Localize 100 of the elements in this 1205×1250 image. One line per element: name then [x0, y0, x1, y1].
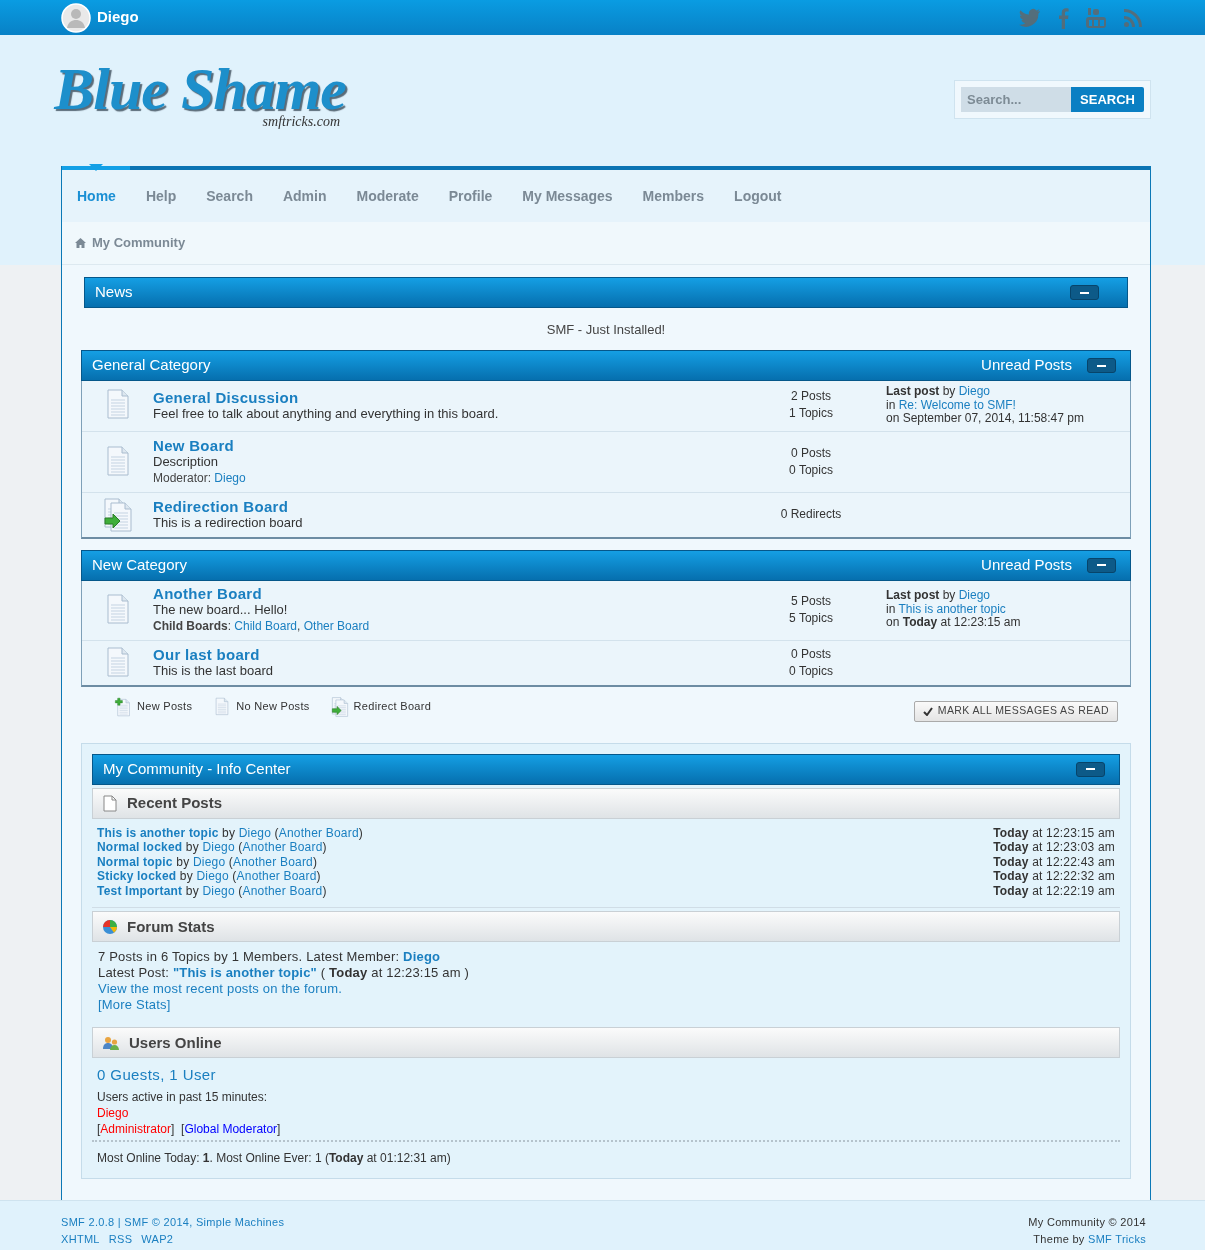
board-description: The new board... Hello!	[153, 601, 289, 618]
link[interactable]: Child Board	[234, 618, 298, 633]
news-title: News	[95, 282, 133, 303]
board-description: This is the last board	[153, 663, 274, 679]
nav-tab[interactable]: Logout	[734, 185, 782, 207]
unread-posts-link[interactable]: Unread Posts	[981, 354, 1072, 377]
board-name-link[interactable]: Our last board	[153, 646, 736, 663]
recent-post-line: Normal locked by Diego (Another Board)	[97, 840, 327, 855]
link[interactable]: Normal locked	[97, 840, 183, 855]
recent-post-time: Today at 12:22:43 am	[993, 854, 1115, 870]
link[interactable]: SMF 2.0.8	[61, 1216, 115, 1228]
link[interactable]: XHTML	[61, 1231, 100, 1248]
link[interactable]: Diego	[202, 883, 235, 898]
board-stat: 0 Topics	[789, 461, 833, 479]
link[interactable]: Diego	[214, 470, 246, 485]
link[interactable]: Other Board	[303, 618, 370, 633]
link[interactable]: Diego	[196, 869, 229, 884]
link[interactable]: Diego	[202, 840, 235, 855]
link[interactable]: |	[114, 1216, 125, 1228]
users-active-label: Users active in past 15 minutes:	[97, 1089, 269, 1106]
collapse-button[interactable]	[1087, 358, 1116, 373]
board-name-link[interactable]: New Board	[153, 436, 736, 454]
recent-post-time: Today at 12:22:19 am	[993, 883, 1115, 899]
link[interactable]: [More Stats]	[98, 997, 171, 1013]
link[interactable]: Re: Welcome to SMF!	[898, 397, 1016, 412]
users-icon	[102, 1034, 120, 1051]
board-stat: 2 Posts	[791, 388, 831, 406]
user-link[interactable]: Diego	[97, 1106, 129, 1121]
recent-post-line: Sticky locked by Diego (Another Board)	[97, 869, 321, 884]
board-name-link[interactable]: General Discussion	[153, 388, 736, 406]
category-title: New Category	[92, 554, 188, 575]
most-online-line: Most Online Today: 1. Most Online Ever: 1 (Today at 01:12:31 am)	[92, 1140, 1120, 1168]
avatar-icon	[61, 2, 91, 33]
video-icon	[1085, 6, 1107, 29]
nav-tab[interactable]: Help	[145, 185, 177, 207]
online-count-link[interactable]: 0 Guests, 1 User	[97, 1066, 1115, 1085]
last-post-line: on September 07, 2014, 11:58:47 pm	[886, 412, 1085, 426]
last-post-line: in Re: Welcome to SMF!	[886, 398, 1017, 412]
nav-tab[interactable]: Members	[642, 185, 705, 207]
nav-tab[interactable]: Home	[77, 185, 116, 207]
link[interactable]: Another Board	[242, 883, 323, 898]
board-description: Feel free to talk about anything and everything in this board.	[153, 405, 500, 422]
nav-tab[interactable]: Search	[206, 185, 253, 207]
link[interactable]: Test Important	[97, 883, 183, 898]
link[interactable]: Normal topic	[97, 854, 173, 869]
section-title: Recent Posts	[127, 792, 223, 813]
info-center-title: My Community - Info Center	[103, 758, 291, 779]
new-posts-board-icon	[113, 696, 133, 717]
link[interactable]: Another Board	[242, 840, 323, 855]
home-icon	[75, 238, 86, 248]
last-post-line: Last post by Diego	[886, 589, 992, 603]
link[interactable]: Diego	[403, 949, 441, 965]
rss-icon	[1123, 7, 1143, 28]
collapse-button[interactable]	[1076, 761, 1105, 777]
link[interactable]: Diego	[958, 588, 991, 603]
footer-line: Theme by SMF Tricks	[1032, 1232, 1146, 1247]
category-title: General Category	[92, 355, 211, 376]
username-link[interactable]: Diego	[97, 6, 139, 29]
mark-all-read-button[interactable]: MARK ALL MESSAGES AS READ	[913, 700, 1118, 722]
recent-post-line: Normal topic by Diego (Another Board)	[97, 854, 318, 870]
nav-tab[interactable]: My Messages	[522, 185, 613, 207]
letter-f-icon	[1057, 6, 1069, 29]
link[interactable]: "This is another topic"	[172, 965, 317, 981]
collapse-button[interactable]	[1087, 557, 1116, 573]
link[interactable]: This is another topic	[97, 825, 219, 840]
board-stat: 0 Topics	[789, 662, 833, 680]
board-name-link[interactable]: Redirection Board	[153, 498, 736, 515]
collapse-button[interactable]	[1070, 285, 1099, 300]
link[interactable]: SMF © 2014, Simple Machines	[124, 1216, 285, 1228]
link[interactable]: SMF Tricks	[1088, 1233, 1146, 1245]
last-post-line: Last post by Diego	[886, 385, 992, 399]
link[interactable]: Another Board	[233, 854, 313, 869]
board-name-link[interactable]: Another Board	[153, 584, 736, 602]
breadcrumb-link[interactable]: My Community	[92, 233, 186, 253]
link[interactable]: Diego	[238, 825, 272, 840]
unread-posts-link[interactable]: Unread Posts	[981, 553, 1072, 577]
link[interactable]: This is another topic	[898, 601, 1006, 616]
board-description: This is a redirection board	[153, 515, 304, 531]
link[interactable]: Another Board	[278, 825, 359, 840]
board-stat: 5 Posts	[791, 592, 831, 610]
link[interactable]: RSS	[108, 1231, 133, 1248]
stats-line: 7 Posts in 6 Topics by 1 Members. Latest Member: Diego	[98, 949, 442, 966]
link[interactable]: Another Board	[236, 869, 317, 884]
board-stat: 1 Topics	[789, 405, 833, 423]
nav-tab[interactable]: Profile	[448, 185, 493, 207]
link[interactable]: WAP2	[141, 1231, 174, 1248]
recent-post-time: Today at 12:23:15 am	[993, 825, 1115, 841]
legend-label: Redirect Board	[353, 699, 432, 715]
link[interactable]: View the most recent posts on the forum.	[98, 981, 343, 997]
board-extra-line: Moderator: Diego	[153, 469, 247, 487]
link[interactable]: Diego	[192, 854, 226, 869]
search-field[interactable]: Search...	[961, 87, 1072, 112]
board-stat: 0 Posts	[791, 444, 831, 462]
nav-tab[interactable]: Admin	[282, 185, 327, 207]
link[interactable]: Diego	[958, 384, 991, 398]
document-icon	[102, 794, 118, 812]
link[interactable]: Sticky locked	[97, 869, 177, 884]
search-button[interactable]: SEARCH	[1071, 87, 1144, 112]
nav-tab[interactable]: Moderate	[356, 185, 419, 207]
recent-post-line: This is another topic by Diego (Another Board)	[97, 825, 363, 841]
